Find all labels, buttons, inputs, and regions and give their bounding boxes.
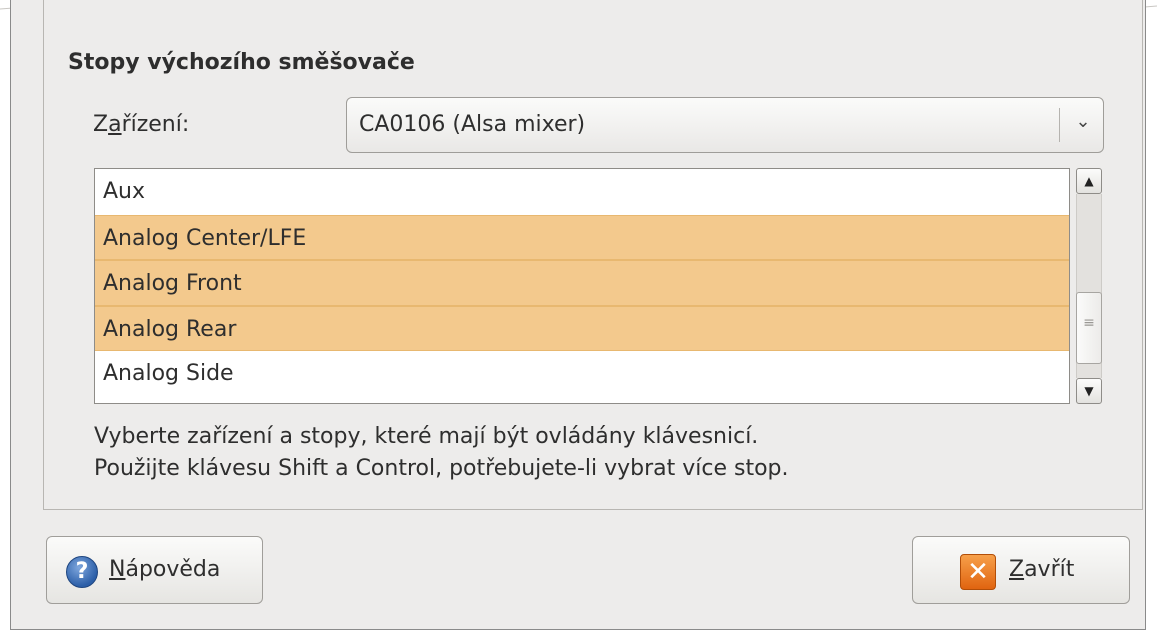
close-icon: ✕ [960, 554, 996, 590]
device-label: Zařízení: [93, 112, 189, 137]
close-label-rest: avřít [1024, 557, 1075, 582]
help-mnemonic: N [109, 557, 126, 582]
track-label: Analog Center/LFE [103, 225, 307, 251]
help-button-label: Nápověda [109, 557, 220, 582]
track-label: Analog Rear [103, 316, 237, 342]
device-combobox-value: CA0106 (Alsa mixer) [359, 112, 586, 137]
tracks-scrollbar[interactable]: ▲ ≡ ▼ [1074, 168, 1106, 404]
track-row-analog-rear[interactable]: Analog Rear [95, 305, 1069, 352]
scroll-up-button[interactable]: ▲ [1076, 168, 1102, 194]
device-label-end: řízení: [121, 112, 190, 137]
track-row-analog-center-lfe[interactable]: Analog Center/LFE [95, 214, 1069, 261]
track-label: Aux [103, 179, 146, 204]
help-button[interactable]: ? Nápověda [46, 536, 263, 604]
scrollbar-thumb[interactable]: ≡ [1076, 292, 1102, 364]
arrow-down-icon: ▼ [1084, 384, 1094, 398]
device-label-start: Z [93, 112, 109, 137]
help-icon: ? [66, 556, 98, 588]
close-button[interactable]: ✕ Zavřít [912, 536, 1130, 604]
section-title: Stopy výchozího směšovače [68, 50, 415, 75]
hint-line-1: Vyberte zařízení a stopy, které mají být… [94, 424, 759, 449]
tracks-list[interactable]: Aux Analog Center/LFE Analog Front Analo… [94, 168, 1070, 404]
close-button-label: Zavřít [1009, 557, 1074, 582]
track-label: Analog Side [103, 361, 234, 387]
device-label-mnemonic: a [108, 112, 122, 137]
hint-line-2: Použijte klávesu Shift a Control, potřeb… [94, 456, 789, 481]
chevron-down-icon[interactable]: ⌄ [1069, 111, 1097, 132]
combobox-separator [1059, 108, 1060, 142]
track-label: Analog Front [103, 271, 242, 297]
device-combobox[interactable]: CA0106 (Alsa mixer) ⌄ [346, 97, 1104, 153]
grip-icon: ≡ [1083, 315, 1095, 331]
arrow-up-icon: ▲ [1084, 174, 1094, 188]
track-row-analog-front[interactable]: Analog Front [95, 260, 1069, 306]
help-label-rest: ápověda [125, 557, 221, 582]
close-mnemonic: Z [1009, 557, 1025, 582]
track-row-aux[interactable]: Aux [95, 169, 1069, 215]
scroll-down-button[interactable]: ▼ [1076, 378, 1102, 404]
track-row-analog-side[interactable]: Analog Side [95, 351, 1069, 397]
